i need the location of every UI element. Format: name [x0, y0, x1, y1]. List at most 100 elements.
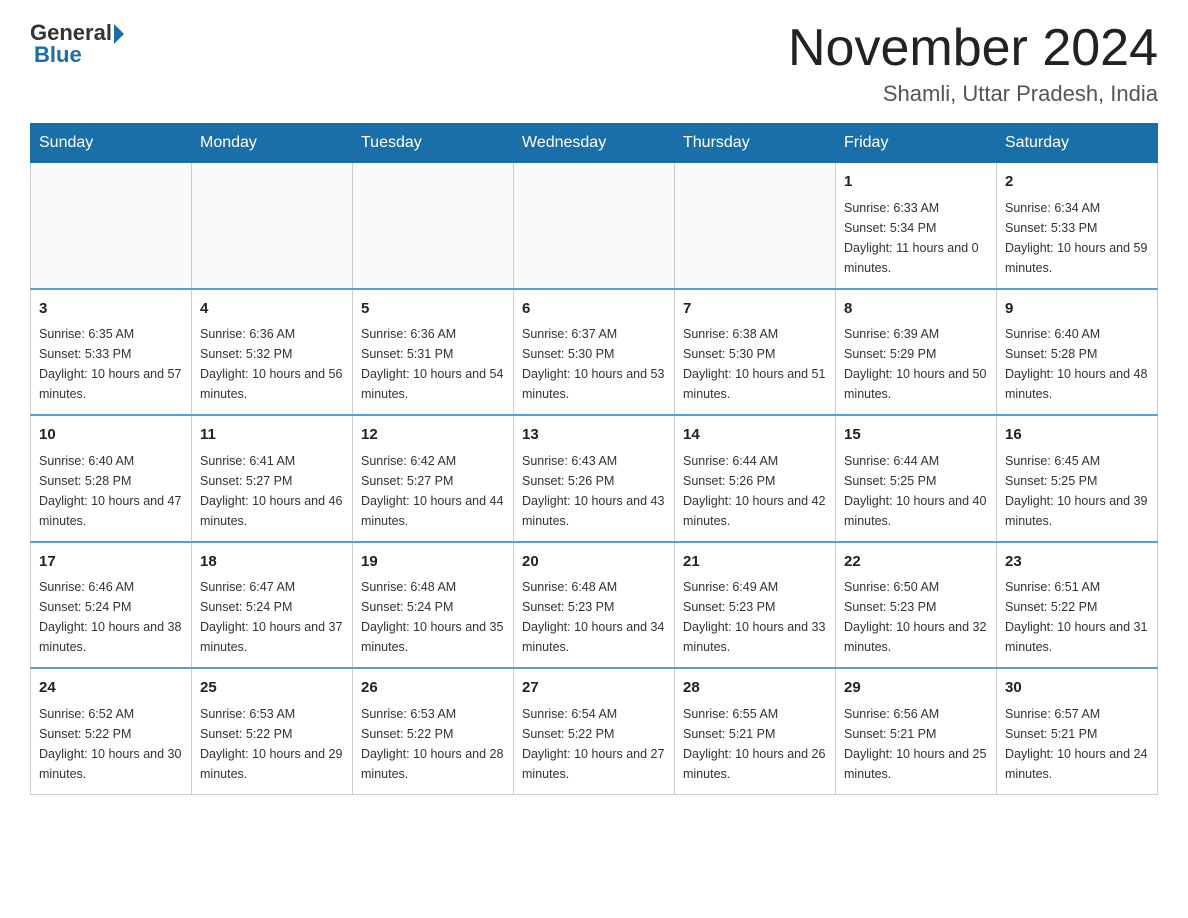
month-title: November 2024 [788, 20, 1158, 77]
day-info: Sunrise: 6:56 AMSunset: 5:21 PMDaylight:… [844, 704, 988, 784]
day-number: 6 [522, 298, 666, 321]
day-number: 18 [200, 551, 344, 574]
calendar-day-cell: 19 Sunrise: 6:48 AMSunset: 5:24 PMDayligh… [353, 542, 514, 669]
page-header: General Blue November 2024 Shamli, Uttar… [30, 20, 1158, 107]
calendar-day-cell: 18 Sunrise: 6:47 AMSunset: 5:24 PMDayligh… [192, 542, 353, 669]
day-number: 8 [844, 298, 988, 321]
day-info: Sunrise: 6:57 AMSunset: 5:21 PMDaylight:… [1005, 704, 1149, 784]
day-info: Sunrise: 6:48 AMSunset: 5:23 PMDaylight:… [522, 577, 666, 657]
day-of-week-header: Sunday [31, 124, 192, 163]
calendar-day-cell: 21 Sunrise: 6:49 AMSunset: 5:23 PMDayligh… [675, 542, 836, 669]
day-of-week-header: Wednesday [514, 124, 675, 163]
calendar-day-cell: 15Sunrise: 6:44 AMSunset: 5:25 PMDayligh… [836, 415, 997, 542]
logo-blue-text: Blue [34, 42, 82, 68]
day-info: Sunrise: 6:38 AMSunset: 5:30 PMDaylight:… [683, 324, 827, 404]
day-info: Sunrise: 6:42 AMSunset: 5:27 PMDaylight:… [361, 451, 505, 531]
calendar-day-cell [31, 163, 192, 289]
calendar-day-cell: 8 Sunrise: 6:39 AMSunset: 5:29 PMDaylight… [836, 289, 997, 416]
calendar-day-cell: 1 Sunrise: 6:33 AMSunset: 5:34 PMDaylight… [836, 163, 997, 289]
calendar-day-cell: 6 Sunrise: 6:37 AMSunset: 5:30 PMDaylight… [514, 289, 675, 416]
calendar-week-row: 10 Sunrise: 6:40 AMSunset: 5:28 PMDayligh… [31, 415, 1158, 542]
day-info: Sunrise: 6:44 AMSunset: 5:26 PMDaylight:… [683, 451, 827, 531]
day-number: 26 [361, 677, 505, 700]
day-info: Sunrise: 6:53 AMSunset: 5:22 PMDaylight:… [361, 704, 505, 784]
day-number: 13 [522, 424, 666, 447]
day-number: 10 [39, 424, 183, 447]
day-number: 29 [844, 677, 988, 700]
day-of-week-header: Monday [192, 124, 353, 163]
calendar-day-cell: 9 Sunrise: 6:40 AMSunset: 5:28 PMDaylight… [997, 289, 1158, 416]
calendar-day-cell: 23 Sunrise: 6:51 AMSunset: 5:22 PMDayligh… [997, 542, 1158, 669]
day-number: 22 [844, 551, 988, 574]
day-number: 30 [1005, 677, 1149, 700]
calendar-day-cell: 24 Sunrise: 6:52 AMSunset: 5:22 PMDayligh… [31, 668, 192, 794]
calendar-body: 1 Sunrise: 6:33 AMSunset: 5:34 PMDaylight… [31, 163, 1158, 795]
day-info: Sunrise: 6:33 AMSunset: 5:34 PMDaylight:… [844, 198, 988, 278]
day-number: 21 [683, 551, 827, 574]
day-info: Sunrise: 6:52 AMSunset: 5:22 PMDaylight:… [39, 704, 183, 784]
day-info: Sunrise: 6:49 AMSunset: 5:23 PMDaylight:… [683, 577, 827, 657]
day-number: 14 [683, 424, 827, 447]
calendar-day-cell: 11Sunrise: 6:41 AMSunset: 5:27 PMDayligh… [192, 415, 353, 542]
day-info: Sunrise: 6:39 AMSunset: 5:29 PMDaylight:… [844, 324, 988, 404]
calendar-week-row: 17Sunrise: 6:46 AMSunset: 5:24 PMDayligh… [31, 542, 1158, 669]
day-info: Sunrise: 6:36 AMSunset: 5:31 PMDaylight:… [361, 324, 505, 404]
calendar-day-cell [514, 163, 675, 289]
day-number: 11 [200, 424, 344, 447]
day-number: 5 [361, 298, 505, 321]
day-number: 20 [522, 551, 666, 574]
day-number: 19 [361, 551, 505, 574]
day-number: 23 [1005, 551, 1149, 574]
calendar-day-cell: 22 Sunrise: 6:50 AMSunset: 5:23 PMDayligh… [836, 542, 997, 669]
day-info: Sunrise: 6:44 AMSunset: 5:25 PMDaylight:… [844, 451, 988, 531]
logo: General Blue [30, 20, 124, 68]
day-number: 7 [683, 298, 827, 321]
calendar-day-cell: 7 Sunrise: 6:38 AMSunset: 5:30 PMDaylight… [675, 289, 836, 416]
day-number: 3 [39, 298, 183, 321]
calendar-day-cell: 3 Sunrise: 6:35 AMSunset: 5:33 PMDaylight… [31, 289, 192, 416]
calendar-day-cell: 25Sunrise: 6:53 AMSunset: 5:22 PMDayligh… [192, 668, 353, 794]
day-info: Sunrise: 6:51 AMSunset: 5:22 PMDaylight:… [1005, 577, 1149, 657]
calendar-day-cell: 10 Sunrise: 6:40 AMSunset: 5:28 PMDayligh… [31, 415, 192, 542]
calendar-day-cell: 26 Sunrise: 6:53 AMSunset: 5:22 PMDayligh… [353, 668, 514, 794]
day-number: 28 [683, 677, 827, 700]
day-of-week-header: Friday [836, 124, 997, 163]
day-info: Sunrise: 6:54 AMSunset: 5:22 PMDaylight:… [522, 704, 666, 784]
day-info: Sunrise: 6:48 AMSunset: 5:24 PMDaylight:… [361, 577, 505, 657]
calendar-day-cell: 4Sunrise: 6:36 AMSunset: 5:32 PMDaylight… [192, 289, 353, 416]
calendar-week-row: 24 Sunrise: 6:52 AMSunset: 5:22 PMDayligh… [31, 668, 1158, 794]
days-of-week-row: SundayMondayTuesdayWednesdayThursdayFrid… [31, 124, 1158, 163]
calendar-week-row: 1 Sunrise: 6:33 AMSunset: 5:34 PMDaylight… [31, 163, 1158, 289]
day-info: Sunrise: 6:46 AMSunset: 5:24 PMDaylight:… [39, 577, 183, 657]
day-number: 9 [1005, 298, 1149, 321]
day-info: Sunrise: 6:47 AMSunset: 5:24 PMDaylight:… [200, 577, 344, 657]
calendar-day-cell: 13Sunrise: 6:43 AMSunset: 5:26 PMDayligh… [514, 415, 675, 542]
calendar-header: SundayMondayTuesdayWednesdayThursdayFrid… [31, 124, 1158, 163]
calendar-day-cell: 30 Sunrise: 6:57 AMSunset: 5:21 PMDayligh… [997, 668, 1158, 794]
day-number: 2 [1005, 171, 1149, 194]
day-info: Sunrise: 6:34 AMSunset: 5:33 PMDaylight:… [1005, 198, 1149, 278]
day-info: Sunrise: 6:55 AMSunset: 5:21 PMDaylight:… [683, 704, 827, 784]
day-of-week-header: Tuesday [353, 124, 514, 163]
calendar-day-cell: 20 Sunrise: 6:48 AMSunset: 5:23 PMDayligh… [514, 542, 675, 669]
location-text: Shamli, Uttar Pradesh, India [788, 81, 1158, 107]
day-info: Sunrise: 6:50 AMSunset: 5:23 PMDaylight:… [844, 577, 988, 657]
day-number: 24 [39, 677, 183, 700]
day-number: 12 [361, 424, 505, 447]
calendar-day-cell: 17Sunrise: 6:46 AMSunset: 5:24 PMDayligh… [31, 542, 192, 669]
day-info: Sunrise: 6:35 AMSunset: 5:33 PMDaylight:… [39, 324, 183, 404]
calendar-day-cell: 27 Sunrise: 6:54 AMSunset: 5:22 PMDayligh… [514, 668, 675, 794]
day-number: 16 [1005, 424, 1149, 447]
calendar-day-cell [353, 163, 514, 289]
day-info: Sunrise: 6:37 AMSunset: 5:30 PMDaylight:… [522, 324, 666, 404]
day-number: 4 [200, 298, 344, 321]
calendar-day-cell: 2 Sunrise: 6:34 AMSunset: 5:33 PMDaylight… [997, 163, 1158, 289]
calendar-day-cell: 16Sunrise: 6:45 AMSunset: 5:25 PMDayligh… [997, 415, 1158, 542]
day-info: Sunrise: 6:40 AMSunset: 5:28 PMDaylight:… [1005, 324, 1149, 404]
logo-triangle-icon [114, 24, 124, 44]
calendar-week-row: 3 Sunrise: 6:35 AMSunset: 5:33 PMDaylight… [31, 289, 1158, 416]
day-number: 1 [844, 171, 988, 194]
day-number: 27 [522, 677, 666, 700]
calendar-day-cell: 12 Sunrise: 6:42 AMSunset: 5:27 PMDayligh… [353, 415, 514, 542]
day-info: Sunrise: 6:40 AMSunset: 5:28 PMDaylight:… [39, 451, 183, 531]
